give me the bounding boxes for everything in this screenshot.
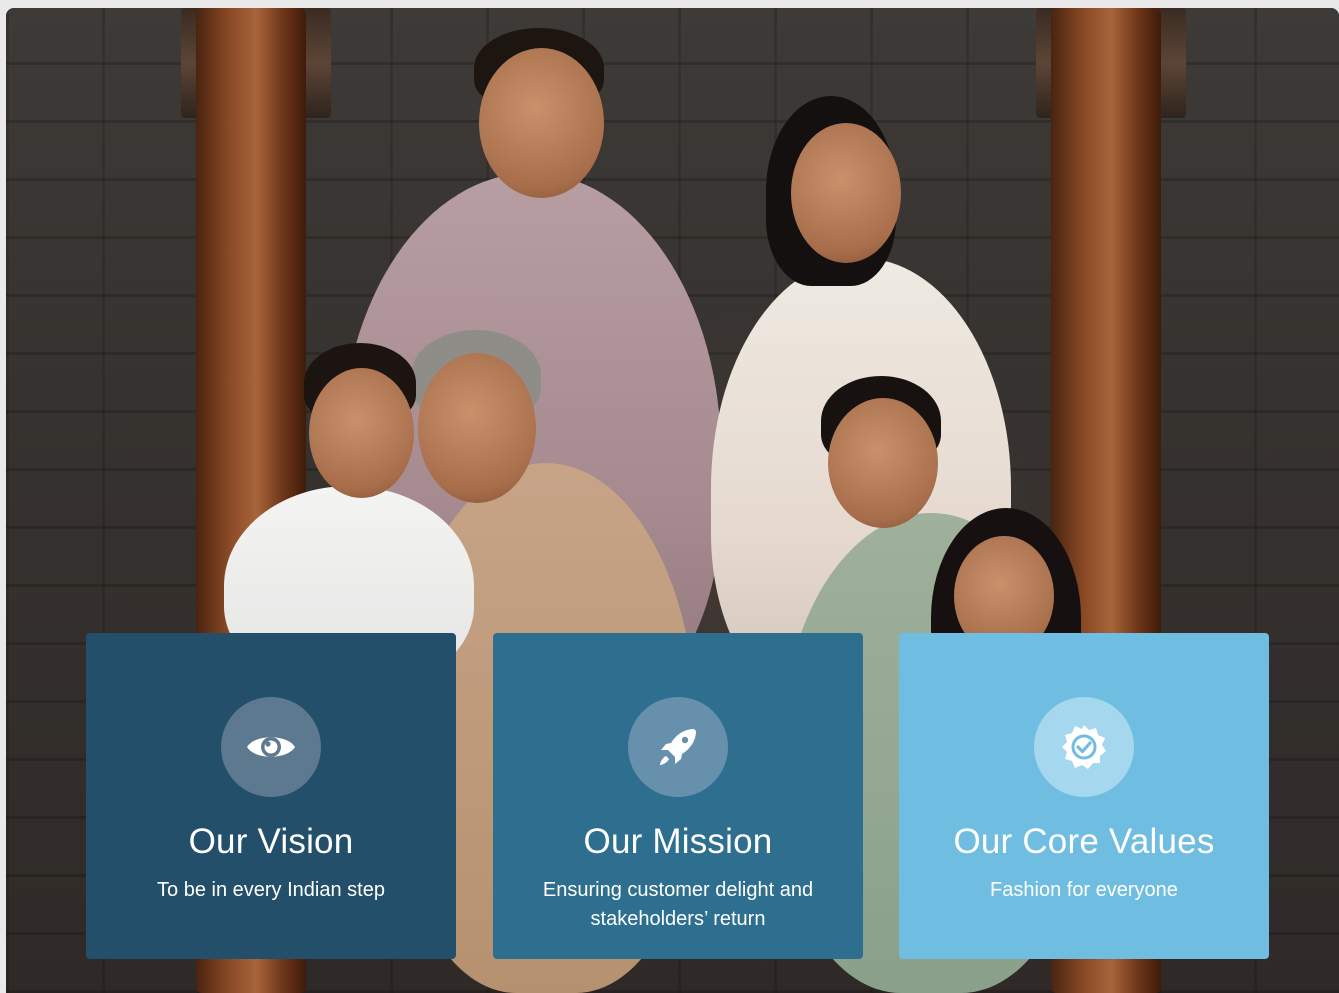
vision-card: Our Vision To be in every Indian step xyxy=(86,633,456,959)
core-values-title: Our Core Values xyxy=(953,822,1215,861)
person-head xyxy=(479,48,604,198)
mission-title: Our Mission xyxy=(583,822,773,861)
hero-section: Our Vision To be in every Indian step Ou… xyxy=(6,8,1339,993)
vision-title: Our Vision xyxy=(188,822,354,861)
rocket-icon xyxy=(660,729,696,765)
person-head xyxy=(418,353,536,503)
person-head xyxy=(309,368,414,498)
mission-card: Our Mission Ensuring customer delight an… xyxy=(493,633,863,959)
eye-icon xyxy=(247,737,295,757)
person-head xyxy=(791,123,901,263)
mission-text: Ensuring customer delight and stakeholde… xyxy=(542,879,814,930)
core-values-icon-circle xyxy=(1034,697,1134,797)
person-head xyxy=(828,398,938,528)
core-values-text: Fashion for everyone xyxy=(990,879,1178,901)
badge-check-icon xyxy=(1062,725,1106,769)
vision-icon-circle xyxy=(221,697,321,797)
core-values-card: Our Core Values Fashion for everyone xyxy=(899,633,1269,959)
mission-icon-circle xyxy=(628,697,728,797)
vision-text: To be in every Indian step xyxy=(157,879,385,901)
